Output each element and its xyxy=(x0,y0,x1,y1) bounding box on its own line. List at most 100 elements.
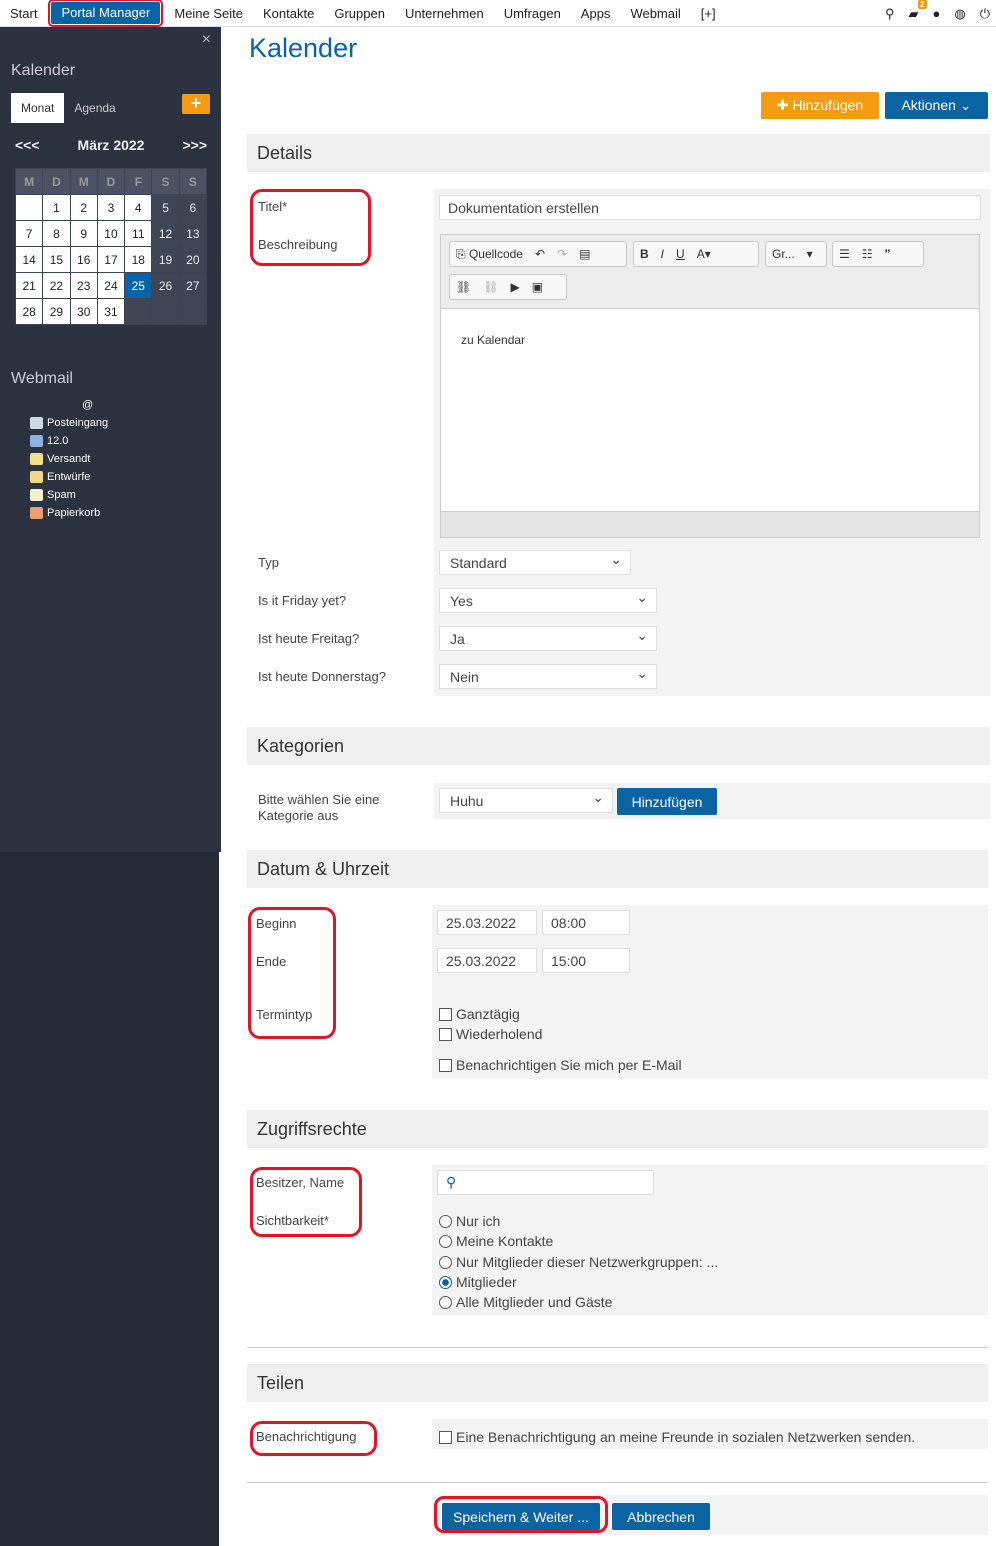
friday-select[interactable]: Yes xyxy=(439,588,657,613)
quote-icon[interactable]: ” xyxy=(879,247,897,261)
folder-posteingang[interactable]: Posteingang xyxy=(30,417,108,429)
calendar-day[interactable]: 18 xyxy=(124,246,153,273)
numbered-list-icon[interactable]: ☰ xyxy=(833,247,856,261)
underline-icon[interactable]: U xyxy=(670,247,691,261)
nav-meine-seite[interactable]: Meine Seite xyxy=(164,0,253,27)
calendar-day[interactable]: 29 xyxy=(42,298,71,325)
calendar-day[interactable]: 13 xyxy=(178,220,208,247)
unlink-icon[interactable]: ⛓ xyxy=(477,280,504,294)
calendar-day[interactable]: 20 xyxy=(178,246,208,273)
type-select[interactable]: Standard xyxy=(439,550,631,575)
notify-checkbox[interactable]: Benachrichtigen Sie mich per E-Mail xyxy=(439,1057,682,1073)
calendar-day[interactable]: 17 xyxy=(96,246,126,273)
close-icon[interactable]: × xyxy=(202,31,211,49)
calendar-day[interactable]: 14 xyxy=(14,246,44,273)
end-date-input[interactable]: 25.03.2022 xyxy=(437,948,537,973)
description-editor[interactable]: ⎘ Quellcode ↶ ↷ ▤ B I U A▾ Gr... ▾ ☰ ☷ ” … xyxy=(440,234,980,538)
begin-date-input[interactable]: 25.03.2022 xyxy=(437,910,537,935)
editor-resize-bar[interactable] xyxy=(441,511,979,537)
calendar-day[interactable]: 11 xyxy=(124,220,153,247)
calendar-day[interactable]: 5 xyxy=(151,194,180,221)
category-select[interactable]: Huhu xyxy=(439,788,613,813)
calendar-day[interactable]: 9 xyxy=(69,220,98,247)
donnerstag-select[interactable]: Nein xyxy=(439,664,657,689)
nav-start[interactable]: Start xyxy=(0,0,47,27)
folder-papierkorb[interactable]: Papierkorb xyxy=(30,507,100,519)
tab-monat[interactable]: Monat xyxy=(11,93,65,123)
calendar-day[interactable]: 16 xyxy=(69,246,98,273)
actions-button[interactable]: Aktionen ⌄ xyxy=(885,92,988,119)
calendar-day[interactable]: 27 xyxy=(178,272,208,299)
search-icon[interactable]: ⚲ xyxy=(885,6,895,22)
folder-entwuerfe[interactable]: Entwürfe xyxy=(30,471,90,483)
nav-apps[interactable]: Apps xyxy=(571,0,621,27)
calendar-day[interactable]: 6 xyxy=(178,194,208,221)
nav-gruppen[interactable]: Gruppen xyxy=(324,0,395,27)
power-icon[interactable]: ⏻ xyxy=(980,6,990,22)
owner-input[interactable]: ⚲ xyxy=(437,1170,654,1195)
begin-time-input[interactable]: 08:00 xyxy=(542,910,630,935)
messages-icon[interactable]: ▰ 2 xyxy=(909,0,927,22)
calendar-day[interactable]: 21 xyxy=(14,272,44,299)
allday-checkbox[interactable]: Ganztägig xyxy=(439,1006,520,1022)
calendar-day[interactable]: 30 xyxy=(69,298,98,325)
bullet-list-icon[interactable]: ☷ xyxy=(856,247,879,261)
undo-icon[interactable]: ↶ xyxy=(529,247,551,261)
add-button[interactable]: ✚ Hinzufügen xyxy=(761,92,879,119)
video-icon[interactable]: ▶ xyxy=(504,280,525,294)
visibility-option-all[interactable]: Alle Mitglieder und Gäste xyxy=(439,1294,612,1310)
image-icon[interactable]: ▣ xyxy=(526,280,549,294)
visibility-option-groups[interactable]: Nur Mitglieder dieser Netzwerkgruppen: .… xyxy=(439,1254,718,1270)
globe-icon[interactable]: ◍ xyxy=(954,6,965,22)
calendar-day[interactable]: 4 xyxy=(124,194,153,221)
calendar-day[interactable]: 26 xyxy=(151,272,180,299)
calendar-day[interactable]: 1 xyxy=(42,194,71,221)
italic-icon[interactable]: I xyxy=(655,247,670,261)
calendar-day[interactable]: 19 xyxy=(151,246,180,273)
paste-icon[interactable]: ▤ xyxy=(573,247,596,261)
source-button[interactable]: ⎘ Quellcode xyxy=(450,247,529,262)
calendar-day-today[interactable]: 25 xyxy=(124,272,153,299)
visibility-option-members[interactable]: Mitglieder xyxy=(439,1274,517,1290)
redo-icon[interactable]: ↷ xyxy=(551,247,573,261)
next-month-button[interactable]: >>> xyxy=(182,137,207,153)
bold-icon[interactable]: B xyxy=(634,247,655,261)
nav-more[interactable]: [+] xyxy=(691,0,726,27)
calendar-day[interactable]: 12 xyxy=(151,220,180,247)
user-icon[interactable]: ● xyxy=(933,6,941,21)
font-size-dropdown[interactable]: Gr... ▾ xyxy=(765,241,827,267)
calendar-day[interactable]: 3 xyxy=(96,194,126,221)
calendar-day[interactable]: 10 xyxy=(96,220,126,247)
repeat-checkbox[interactable]: Wiederholend xyxy=(439,1026,542,1042)
visibility-option-only-me[interactable]: Nur ich xyxy=(439,1213,500,1229)
text-color-icon[interactable]: A▾ xyxy=(691,247,717,261)
nav-unternehmen[interactable]: Unternehmen xyxy=(395,0,494,27)
calendar-day[interactable] xyxy=(14,194,44,221)
freitag-select[interactable]: Ja xyxy=(439,626,657,651)
calendar-day[interactable]: 22 xyxy=(42,272,71,299)
folder-versandt[interactable]: Versandt xyxy=(30,453,90,465)
calendar-day[interactable]: 23 xyxy=(69,272,98,299)
title-input[interactable]: Dokumentation erstellen xyxy=(439,195,981,220)
calendar-day[interactable]: 2 xyxy=(69,194,98,221)
tab-agenda[interactable]: Agenda xyxy=(64,93,125,123)
calendar-day[interactable]: 24 xyxy=(96,272,126,299)
mail-account[interactable]: @ xyxy=(82,399,93,411)
add-category-button[interactable]: Hinzufügen xyxy=(617,788,717,815)
nav-kontakte[interactable]: Kontakte xyxy=(253,0,324,27)
editor-content[interactable]: zu Kalendar xyxy=(441,309,979,371)
link-icon[interactable]: ⛓ xyxy=(450,280,477,294)
add-event-button[interactable]: + xyxy=(182,94,210,114)
calendar-day[interactable]: 7 xyxy=(14,220,44,247)
visibility-option-contacts[interactable]: Meine Kontakte xyxy=(439,1233,553,1249)
calendar-day[interactable]: 28 xyxy=(14,298,44,325)
calendar-day[interactable]: 31 xyxy=(96,298,126,325)
nav-umfragen[interactable]: Umfragen xyxy=(494,0,571,27)
calendar-day[interactable]: 15 xyxy=(42,246,71,273)
nav-portal-manager[interactable]: Portal Manager xyxy=(48,0,164,27)
share-notify-checkbox[interactable]: Eine Benachrichtigung an meine Freunde i… xyxy=(439,1429,915,1445)
cancel-button[interactable]: Abbrechen xyxy=(612,1503,710,1530)
nav-webmail[interactable]: Webmail xyxy=(620,0,690,27)
end-time-input[interactable]: 15:00 xyxy=(542,948,630,973)
folder-12-0[interactable]: 12.0 xyxy=(30,435,68,447)
